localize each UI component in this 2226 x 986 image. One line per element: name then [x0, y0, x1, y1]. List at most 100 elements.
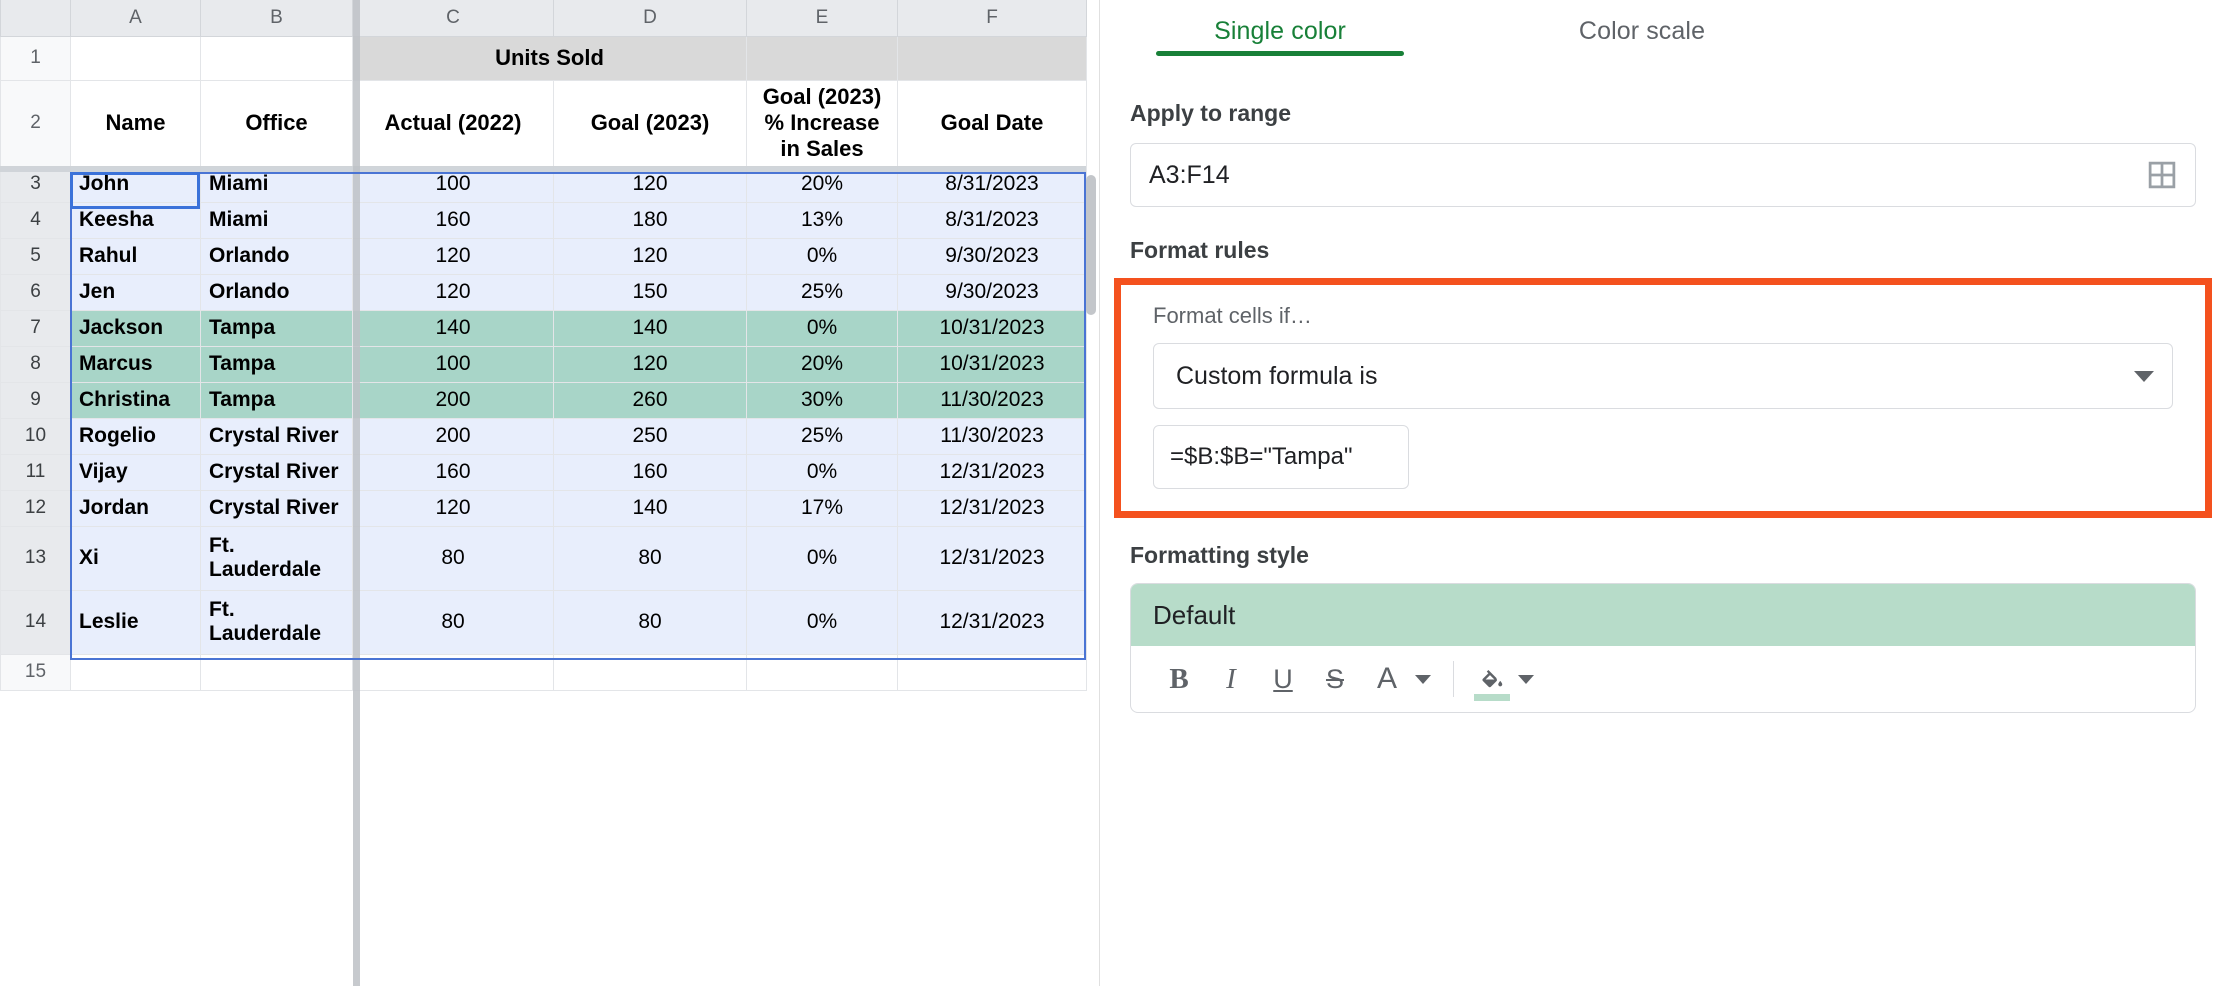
cell-b11[interactable]: Crystal River [200, 453, 353, 491]
sheet-table[interactable]: A B C D E F 1 Units Sold 2 Name Office A… [0, 0, 1087, 691]
tab-color-scale[interactable]: Color scale [1492, 0, 1792, 62]
cell-a6[interactable]: Jen [70, 273, 201, 311]
custom-formula-input[interactable]: =$B:$B="Tampa" [1153, 425, 1409, 489]
cell-f7[interactable]: 10/31/2023 [897, 309, 1087, 347]
cell-a9[interactable]: Christina [70, 381, 201, 419]
cell-b10[interactable]: Crystal River [200, 417, 353, 455]
cell-d4[interactable]: 180 [553, 201, 747, 239]
cell-b8[interactable]: Tampa [200, 345, 353, 383]
cell-c7[interactable]: 140 [352, 309, 554, 347]
cell-d8[interactable]: 120 [553, 345, 747, 383]
style-preview[interactable]: Default [1131, 584, 2195, 646]
cell-d9[interactable]: 260 [553, 381, 747, 419]
cell-e1[interactable] [746, 35, 898, 81]
cell-b7[interactable]: Tampa [200, 309, 353, 347]
row-header-5[interactable]: 5 [0, 237, 71, 275]
cell-header-goal[interactable]: Goal (2023) [553, 79, 747, 167]
cell-c12[interactable]: 120 [352, 489, 554, 527]
spreadsheet-grid[interactable]: A B C D E F 1 Units Sold 2 Name Office A… [0, 0, 1100, 986]
cell-e7[interactable]: 0% [746, 309, 898, 347]
cell-a4[interactable]: Keesha [70, 201, 201, 239]
cell-e8[interactable]: 20% [746, 345, 898, 383]
cell-a10[interactable]: Rogelio [70, 417, 201, 455]
cell-header-office[interactable]: Office [200, 79, 353, 167]
cell-f8[interactable]: 10/31/2023 [897, 345, 1087, 383]
row-header-6[interactable]: 6 [0, 273, 71, 311]
cell-e14[interactable]: 0% [746, 589, 898, 655]
cell-e10[interactable]: 25% [746, 417, 898, 455]
select-all-corner[interactable] [0, 0, 71, 37]
cell-a5[interactable]: Rahul [70, 237, 201, 275]
column-header-f[interactable]: F [897, 0, 1087, 37]
text-color-button[interactable]: A [1361, 653, 1413, 705]
cell-a7[interactable]: Jackson [70, 309, 201, 347]
cell-e13[interactable]: 0% [746, 525, 898, 591]
cell-f12[interactable]: 12/31/2023 [897, 489, 1087, 527]
strikethrough-button[interactable]: S [1309, 653, 1361, 705]
cell-b6[interactable]: Orlando [200, 273, 353, 311]
cell-d11[interactable]: 160 [553, 453, 747, 491]
cell-b4[interactable]: Miami [200, 201, 353, 239]
cell-c15[interactable] [352, 653, 554, 691]
row-header-2[interactable]: 2 [0, 79, 71, 167]
cell-e9[interactable]: 30% [746, 381, 898, 419]
row-header-1[interactable]: 1 [0, 35, 71, 81]
cell-b5[interactable]: Orlando [200, 237, 353, 275]
cell-b15[interactable] [200, 653, 353, 691]
scrollbar-thumb[interactable] [1086, 175, 1096, 315]
cell-a14[interactable]: Leslie [70, 589, 201, 655]
cell-b14[interactable]: Ft. Lauderdale [200, 589, 353, 655]
cell-c11[interactable]: 160 [352, 453, 554, 491]
cell-e12[interactable]: 17% [746, 489, 898, 527]
column-header-b[interactable]: B [200, 0, 353, 37]
cell-d13[interactable]: 80 [553, 525, 747, 591]
row-header-4[interactable]: 4 [0, 201, 71, 239]
cell-f4[interactable]: 8/31/2023 [897, 201, 1087, 239]
cell-d12[interactable]: 140 [553, 489, 747, 527]
cell-e4[interactable]: 13% [746, 201, 898, 239]
cell-header-actual[interactable]: Actual (2022) [352, 79, 554, 167]
column-header-d[interactable]: D [553, 0, 747, 37]
condition-type-select[interactable]: Custom formula is [1153, 343, 2173, 409]
cell-header-goal-date[interactable]: Goal Date [897, 79, 1087, 167]
cell-b1[interactable] [200, 35, 353, 81]
cell-f13[interactable]: 12/31/2023 [897, 525, 1087, 591]
cell-c10[interactable]: 200 [352, 417, 554, 455]
cell-b12[interactable]: Crystal River [200, 489, 353, 527]
row-header-10[interactable]: 10 [0, 417, 71, 455]
cell-d6[interactable]: 150 [553, 273, 747, 311]
cell-a15[interactable] [70, 653, 201, 691]
cell-f5[interactable]: 9/30/2023 [897, 237, 1087, 275]
cell-a13[interactable]: Xi [70, 525, 201, 591]
cell-header-increase[interactable]: Goal (2023) % Increase in Sales [746, 79, 898, 167]
column-header-c[interactable]: C [352, 0, 554, 37]
cell-f9[interactable]: 11/30/2023 [897, 381, 1087, 419]
cell-header-name[interactable]: Name [70, 79, 201, 167]
row-header-7[interactable]: 7 [0, 309, 71, 347]
cell-e5[interactable]: 0% [746, 237, 898, 275]
cell-units-sold-merged[interactable]: Units Sold [352, 35, 747, 81]
cell-c6[interactable]: 120 [352, 273, 554, 311]
row-header-14[interactable]: 14 [0, 589, 71, 655]
underline-button[interactable]: U [1257, 653, 1309, 705]
cell-e15[interactable] [746, 653, 898, 691]
fill-color-button[interactable] [1468, 653, 1516, 705]
row-header-15[interactable]: 15 [0, 653, 71, 691]
fill-color-chevron-down-icon[interactable] [1518, 674, 1534, 684]
cell-f10[interactable]: 11/30/2023 [897, 417, 1087, 455]
cell-b9[interactable]: Tampa [200, 381, 353, 419]
cell-a8[interactable]: Marcus [70, 345, 201, 383]
cell-d14[interactable]: 80 [553, 589, 747, 655]
cell-a11[interactable]: Vijay [70, 453, 201, 491]
cell-e11[interactable]: 0% [746, 453, 898, 491]
cell-d7[interactable]: 140 [553, 309, 747, 347]
row-header-9[interactable]: 9 [0, 381, 71, 419]
cell-a12[interactable]: Jordan [70, 489, 201, 527]
cell-c5[interactable]: 120 [352, 237, 554, 275]
apply-to-range-input[interactable]: A3:F14 [1130, 143, 2196, 207]
cell-d15[interactable] [553, 653, 747, 691]
cell-f15[interactable] [897, 653, 1087, 691]
cell-f14[interactable]: 12/31/2023 [897, 589, 1087, 655]
sheet-vertical-scrollbar[interactable] [1084, 175, 1098, 675]
bold-button[interactable]: B [1153, 653, 1205, 705]
